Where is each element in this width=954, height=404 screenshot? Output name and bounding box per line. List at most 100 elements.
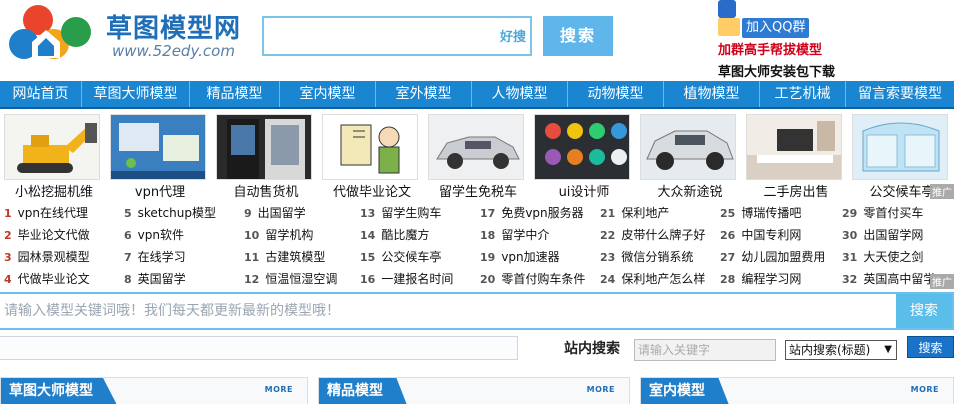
rank-number: 14 [360, 229, 376, 242]
keyword-link[interactable]: 7 在线学习 [124, 246, 186, 268]
section-premium: 精品模型 MORE [318, 377, 630, 404]
nav-item-request[interactable]: 留言索要模型 [846, 81, 954, 107]
section-interior: 室内模型 MORE [640, 377, 954, 404]
nav-item-exterior[interactable]: 室外模型 [376, 81, 472, 107]
site-search-button[interactable]: 搜索 [907, 336, 954, 358]
site-search-scope-select[interactable]: 站内搜索(标题) ▼ [785, 340, 897, 360]
keyword-link[interactable]: 15 公交候车亭 [360, 246, 441, 268]
rank-number: 17 [480, 207, 496, 220]
keyword-link[interactable]: 3 园林景观模型 [4, 246, 90, 268]
nav-item-animals[interactable]: 动物模型 [568, 81, 664, 107]
qq-tagline-link[interactable]: 加群高手帮拔模型 [718, 39, 822, 58]
keyword-link[interactable]: 24 保利地产怎么样 [600, 268, 705, 290]
nav-item-premium[interactable]: 精品模型 [190, 81, 280, 107]
thumb-item[interactable]: 二手房出售 [742, 112, 842, 200]
more-link[interactable]: MORE [587, 385, 615, 394]
rank-number: 24 [600, 273, 616, 286]
keyword-link[interactable]: 18 留学中介 [480, 224, 549, 246]
keyword-text: 留学机构 [265, 228, 314, 242]
nav-item-people[interactable]: 人物模型 [472, 81, 568, 107]
site-header: 草图模型网 www.52edy.com 好搜 搜索 加入QQ群 加群高手帮拔模型… [0, 0, 954, 80]
keyword-link[interactable]: 11 古建筑模型 [244, 246, 325, 268]
thumb-item[interactable]: vpn代理 [106, 112, 206, 200]
nav-item-home[interactable]: 网站首页 [0, 81, 82, 107]
keyword-text: 零首付买车 [863, 206, 924, 220]
keyword-text: 英国高中留学 [863, 272, 936, 286]
download-link[interactable]: 草图大师安装包下载 [718, 61, 835, 80]
rank-number: 3 [4, 251, 12, 264]
keyword-link[interactable]: 25 博瑞传播吧 [720, 202, 801, 224]
keyword-link[interactable]: 12 恒温恒湿空调 [244, 268, 337, 290]
keyword-text: 恒温恒湿空调 [265, 272, 338, 286]
section-headers: 草图大师模型 MORE 精品模型 MORE 室内模型 MORE [0, 377, 954, 404]
thumb-item[interactable]: 留学生免税车 [424, 112, 524, 200]
keyword-link[interactable]: 23 微信分销系统 [600, 246, 693, 268]
site-search-input[interactable]: 请输入关键字 [634, 339, 776, 361]
apartment-image [746, 114, 842, 180]
keyword-link[interactable]: 31 大天使之剑 [842, 246, 923, 268]
keyword-link[interactable]: 9 出国留学 [244, 202, 306, 224]
keyword-link[interactable]: 20 零首付购车条件 [480, 268, 585, 290]
keyword-link[interactable]: 22 皮带什么牌子好 [600, 224, 705, 246]
rank-number: 19 [480, 251, 496, 264]
model-search-button[interactable]: 搜索 [896, 294, 952, 328]
rank-number: 9 [244, 207, 252, 220]
keyword-link[interactable]: 26 中国专利网 [720, 224, 801, 246]
rank-number: 15 [360, 251, 376, 264]
keyword-link[interactable]: 8 英国留学 [124, 268, 186, 290]
keyword-link[interactable]: 6 vpn软件 [124, 224, 184, 246]
thumb-item[interactable]: 小松挖掘机维 [0, 112, 100, 200]
keyword-text: 免费vpn服务器 [501, 206, 584, 220]
more-link[interactable]: MORE [265, 385, 293, 394]
keyword-link[interactable]: 30 出国留学网 [842, 224, 923, 246]
keyword-text: 英国留学 [137, 272, 186, 286]
keyword-text: 在线学习 [137, 250, 186, 264]
model-search-input[interactable]: 请输入模型关键词哦！我们每天都更新最新的模型哦！ [4, 294, 894, 328]
keyword-text: vpn软件 [137, 228, 184, 242]
thumb-caption: 自动售货机 [233, 185, 299, 200]
keyword-link[interactable]: 29 零首付买车 [842, 202, 923, 224]
section-title[interactable]: 室内模型 [641, 378, 729, 404]
keyword-link[interactable]: 32 英国高中留学 [842, 268, 935, 290]
keyword-link[interactable]: 28 编程学习网 [720, 268, 801, 290]
rank-number: 31 [842, 251, 858, 264]
keyword-text: 古建筑模型 [265, 250, 326, 264]
keyword-link[interactable]: 2 毕业论文代做 [4, 224, 90, 246]
section-title[interactable]: 草图大师模型 [1, 378, 117, 404]
more-link[interactable]: MORE [911, 385, 939, 394]
nav-item-plants[interactable]: 植物模型 [664, 81, 760, 107]
join-qq-group-button[interactable]: 加入QQ群 [742, 18, 810, 38]
section-title[interactable]: 精品模型 [319, 378, 407, 404]
nav-item-interior[interactable]: 室内模型 [280, 81, 376, 107]
keyword-link[interactable]: 21 保利地产 [600, 202, 669, 224]
keyword-link[interactable]: 27 幼儿园加盟费用 [720, 246, 825, 268]
site-logo[interactable]: 草图模型网 www.52edy.com [2, 2, 242, 64]
thumb-item[interactable]: 代做毕业论文 [318, 112, 418, 200]
rank-number: 8 [124, 273, 132, 286]
rank-number: 5 [124, 207, 132, 220]
rank-number: 21 [600, 207, 616, 220]
keyword-link[interactable]: 1 vpn在线代理 [4, 202, 88, 224]
keyword-link[interactable]: 13 留学生购车 [360, 202, 441, 224]
rank-number: 29 [842, 207, 858, 220]
keyword-text: 留学中介 [501, 228, 550, 242]
keyword-link[interactable]: 4 代做毕业论文 [4, 268, 90, 290]
header-search-input[interactable]: 好搜 [262, 16, 532, 56]
keyword-link[interactable]: 14 酷比魔方 [360, 224, 429, 246]
keyword-link[interactable]: 10 留学机构 [244, 224, 313, 246]
keyword-link[interactable]: 16 一建报名时间 [360, 268, 453, 290]
thumb-item[interactable]: 大众新途锐 [636, 112, 736, 200]
nav-item-sketchup[interactable]: 草图大师模型 [82, 81, 190, 107]
keyword-link[interactable]: 19 vpn加速器 [480, 246, 560, 268]
rank-number: 2 [4, 229, 12, 242]
thumb-caption: 代做毕业论文 [332, 185, 411, 200]
thumb-caption: ui设计师 [558, 185, 610, 200]
keyword-text: sketchup模型 [137, 206, 216, 220]
thumb-item[interactable]: 自动售货机 [212, 112, 312, 200]
rank-number: 11 [244, 251, 260, 264]
header-search-button[interactable]: 搜索 [543, 16, 613, 56]
nav-item-machinery[interactable]: 工艺机械 [760, 81, 846, 107]
thumb-item[interactable]: ui设计师 [530, 112, 630, 200]
keyword-link[interactable]: 17 免费vpn服务器 [480, 202, 584, 224]
keyword-link[interactable]: 5 sketchup模型 [124, 202, 216, 224]
